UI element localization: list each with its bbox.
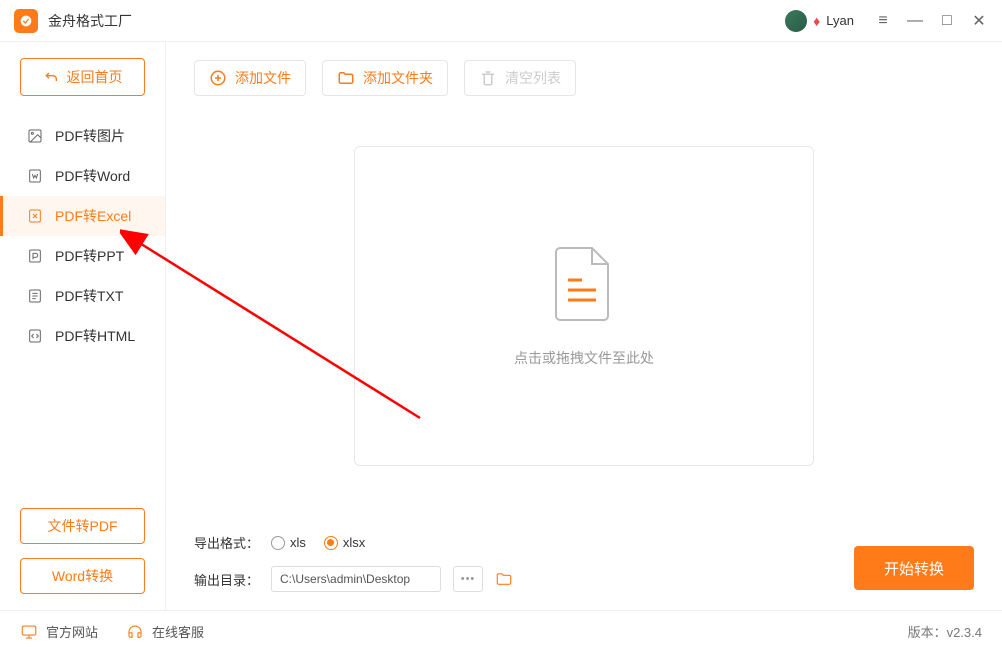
more-options-button[interactable]: ••• xyxy=(453,566,483,592)
sidebar-item-pdf-to-image[interactable]: PDF转图片 xyxy=(0,116,165,156)
sidebar-item-pdf-to-txt[interactable]: PDF转TXT xyxy=(0,276,165,316)
content-area: 添加文件 添加文件夹 清空列表 点击或拖拽文件至此处 xyxy=(166,42,1002,610)
html-icon xyxy=(27,328,43,344)
button-label: 添加文件 xyxy=(235,68,291,88)
radio-label: xlsx xyxy=(343,535,365,550)
add-folder-button[interactable]: 添加文件夹 xyxy=(322,60,448,96)
close-icon[interactable]: ✕ xyxy=(970,11,988,31)
sidebar-item-label: PDF转TXT xyxy=(55,286,123,306)
ppt-icon xyxy=(27,248,43,264)
sidebar-item-pdf-to-word[interactable]: PDF转Word xyxy=(0,156,165,196)
back-label: 返回首页 xyxy=(67,67,123,87)
document-icon xyxy=(552,244,616,324)
clear-list-button: 清空列表 xyxy=(464,60,576,96)
vip-icon: ♦ xyxy=(813,13,820,29)
link-label: 官方网站 xyxy=(46,622,98,641)
titlebar: 金舟格式工厂 ♦ Lyan ≡ — □ ✕ xyxy=(0,0,1002,42)
minimize-icon[interactable]: — xyxy=(906,12,924,30)
menu-icon[interactable]: ≡ xyxy=(874,12,892,30)
link-label: 在线客服 xyxy=(152,622,204,641)
output-label: 输出目录： xyxy=(194,570,259,589)
toolbar: 添加文件 添加文件夹 清空列表 xyxy=(194,60,974,96)
add-file-button[interactable]: 添加文件 xyxy=(194,60,306,96)
sidebar-item-label: PDF转Word xyxy=(55,166,130,186)
online-support-link[interactable]: 在线客服 xyxy=(126,622,204,641)
plus-circle-icon xyxy=(209,69,227,87)
file-to-pdf-button[interactable]: 文件转PDF xyxy=(20,508,145,544)
back-arrow-icon xyxy=(43,69,59,85)
version-info: 版本：v2.3.4 xyxy=(908,622,982,641)
maximize-icon[interactable]: □ xyxy=(938,12,956,30)
word-convert-button[interactable]: Word转换 xyxy=(20,558,145,594)
sidebar-item-pdf-to-html[interactable]: PDF转HTML xyxy=(0,316,165,356)
back-home-button[interactable]: 返回首页 xyxy=(20,58,145,96)
headset-icon xyxy=(126,623,144,641)
user-avatar[interactable] xyxy=(785,10,807,32)
output-path-input[interactable]: C:\Users\admin\Desktop xyxy=(271,566,441,592)
app-logo xyxy=(14,9,38,33)
button-label: Word转换 xyxy=(52,566,113,586)
folder-icon xyxy=(337,69,355,87)
sidebar-item-label: PDF转图片 xyxy=(55,126,125,146)
button-label: 开始转换 xyxy=(884,558,944,579)
txt-icon xyxy=(27,288,43,304)
start-convert-button[interactable]: 开始转换 xyxy=(854,546,974,590)
button-label: 清空列表 xyxy=(505,68,561,88)
open-folder-icon[interactable] xyxy=(495,570,513,588)
sidebar-item-pdf-to-ppt[interactable]: PDF转PPT xyxy=(0,236,165,276)
button-label: 添加文件夹 xyxy=(363,68,433,88)
word-icon xyxy=(27,168,43,184)
image-icon xyxy=(27,128,43,144)
button-label: 文件转PDF xyxy=(48,516,118,536)
monitor-icon xyxy=(20,623,38,641)
excel-icon xyxy=(27,208,43,224)
format-label: 导出格式： xyxy=(194,533,259,552)
sidebar: 返回首页 PDF转图片 PDF转Word PDF转Excel PDF转PPT P… xyxy=(0,42,166,610)
statusbar: 官方网站 在线客服 版本：v2.3.4 xyxy=(0,610,1002,652)
app-title: 金舟格式工厂 xyxy=(48,11,132,31)
sidebar-item-label: PDF转Excel xyxy=(55,206,131,226)
file-dropzone[interactable]: 点击或拖拽文件至此处 xyxy=(354,146,814,466)
sidebar-item-label: PDF转PPT xyxy=(55,246,124,266)
username[interactable]: Lyan xyxy=(826,13,854,28)
radio-xlsx[interactable]: xlsx xyxy=(324,535,365,550)
radio-xls[interactable]: xls xyxy=(271,535,306,550)
trash-icon xyxy=(479,69,497,87)
official-website-link[interactable]: 官方网站 xyxy=(20,622,98,641)
dropzone-hint: 点击或拖拽文件至此处 xyxy=(514,348,654,368)
radio-label: xls xyxy=(290,535,306,550)
sidebar-item-pdf-to-excel[interactable]: PDF转Excel xyxy=(0,196,165,236)
sidebar-item-label: PDF转HTML xyxy=(55,326,135,346)
